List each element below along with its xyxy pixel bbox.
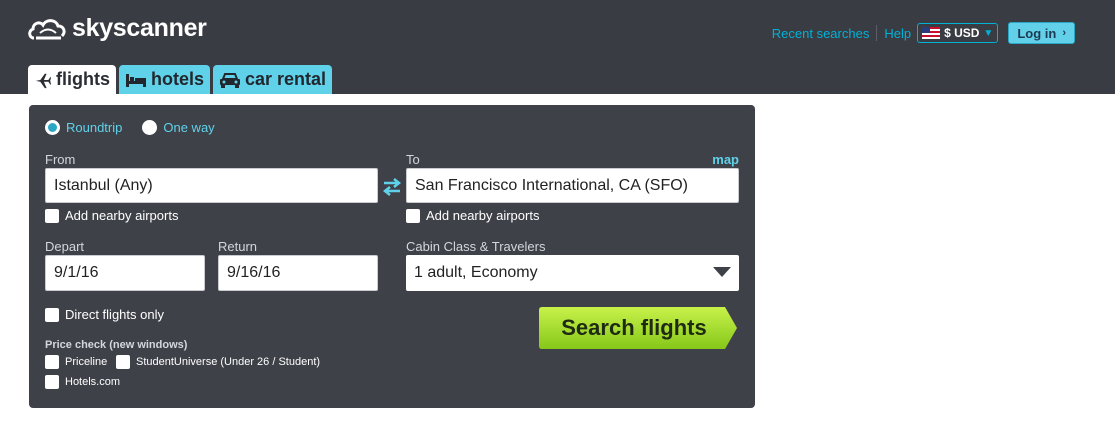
from-label: From — [45, 152, 76, 167]
to-input[interactable] — [406, 168, 739, 203]
priceline-row: Priceline — [45, 355, 107, 369]
tab-car-rental-label: car rental — [245, 69, 327, 89]
search-flights-label: Search flights — [561, 315, 707, 340]
hotelscom-label[interactable]: Hotels.com — [65, 376, 120, 388]
one-way-label[interactable]: One way — [163, 120, 214, 135]
studentuniverse-checkbox[interactable] — [116, 355, 130, 369]
depart-label: Depart — [45, 239, 85, 254]
swap-arrows-icon — [382, 178, 402, 196]
one-way-radio[interactable] — [142, 120, 158, 135]
cabin-travelers-value: 1 adult, Economy — [414, 264, 538, 281]
return-date-input[interactable] — [218, 255, 378, 291]
from-nearby-label[interactable]: Add nearby airports — [65, 208, 178, 223]
roundtrip-label[interactable]: Roundtrip — [66, 120, 122, 135]
logo-cloud-icon — [28, 18, 66, 39]
hotelscom-checkbox[interactable] — [45, 375, 59, 389]
dropdown-arrow-icon — [713, 267, 731, 277]
tab-car-rental[interactable]: car rental — [213, 65, 333, 94]
priceline-label[interactable]: Priceline — [65, 356, 107, 368]
direct-flights-checkbox[interactable] — [45, 307, 59, 322]
studentuniverse-label[interactable]: StudentUniverse (Under 26 / Student) — [136, 356, 320, 368]
chevron-down-icon: ▼ — [983, 27, 994, 39]
direct-flights-label[interactable]: Direct flights only — [65, 307, 164, 322]
from-input[interactable] — [45, 168, 378, 203]
price-check-title: Price check (new windows) — [45, 339, 188, 351]
to-nearby-checkbox[interactable] — [406, 208, 420, 223]
login-button[interactable]: Log in › — [1008, 22, 1075, 44]
from-nearby-row: Add nearby airports — [45, 208, 178, 223]
to-nearby-row: Add nearby airports — [406, 208, 539, 223]
recent-searches-link[interactable]: Recent searches — [772, 26, 870, 41]
trip-type-group: Roundtrip One way — [45, 120, 235, 135]
swap-button[interactable] — [382, 177, 402, 202]
login-label: Log in — [1017, 25, 1057, 41]
priceline-checkbox[interactable] — [45, 355, 59, 369]
cabin-travelers-select[interactable]: 1 adult, Economy — [406, 255, 739, 291]
tab-hotels-label: hotels — [151, 69, 205, 89]
direct-flights-row: Direct flights only — [45, 307, 164, 322]
product-tabs: flights hotels car rental — [28, 65, 335, 94]
us-flag-icon — [922, 27, 941, 39]
return-label: Return — [218, 239, 258, 254]
divider — [876, 25, 878, 41]
hotelscom-row: Hotels.com — [45, 375, 120, 389]
skyscanner-logo[interactable]: skyscanner — [28, 14, 207, 43]
studentuniverse-row: StudentUniverse (Under 26 / Student) — [116, 355, 320, 369]
to-label: To — [406, 152, 420, 167]
map-link[interactable]: map — [712, 152, 739, 167]
bed-icon — [126, 73, 146, 87]
tab-flights[interactable]: flights — [28, 65, 116, 94]
currency-selector[interactable]: $ USD ▼ — [917, 23, 999, 43]
search-flights-button[interactable]: Search flights — [539, 307, 737, 349]
chevron-right-icon: › — [1062, 27, 1066, 39]
logo-text: skyscanner — [72, 14, 207, 42]
to-nearby-label[interactable]: Add nearby airports — [426, 208, 539, 223]
flight-search-panel: Roundtrip One way From Add nearby airpor… — [29, 105, 755, 408]
roundtrip-radio[interactable] — [45, 120, 60, 135]
depart-date-input[interactable] — [45, 255, 205, 291]
car-icon — [220, 72, 241, 88]
from-nearby-checkbox[interactable] — [45, 208, 59, 223]
tab-hotels[interactable]: hotels — [119, 65, 211, 94]
top-header: skyscanner Recent searches Help $ USD ▼ … — [0, 0, 1115, 94]
top-links: Recent searches Help $ USD ▼ Log in › — [772, 22, 1075, 44]
tab-flights-label: flights — [56, 69, 110, 89]
help-link[interactable]: Help — [884, 26, 911, 41]
cabin-travelers-label: Cabin Class & Travelers — [406, 239, 546, 254]
currency-label: $ USD — [944, 26, 980, 40]
plane-icon — [35, 73, 52, 88]
